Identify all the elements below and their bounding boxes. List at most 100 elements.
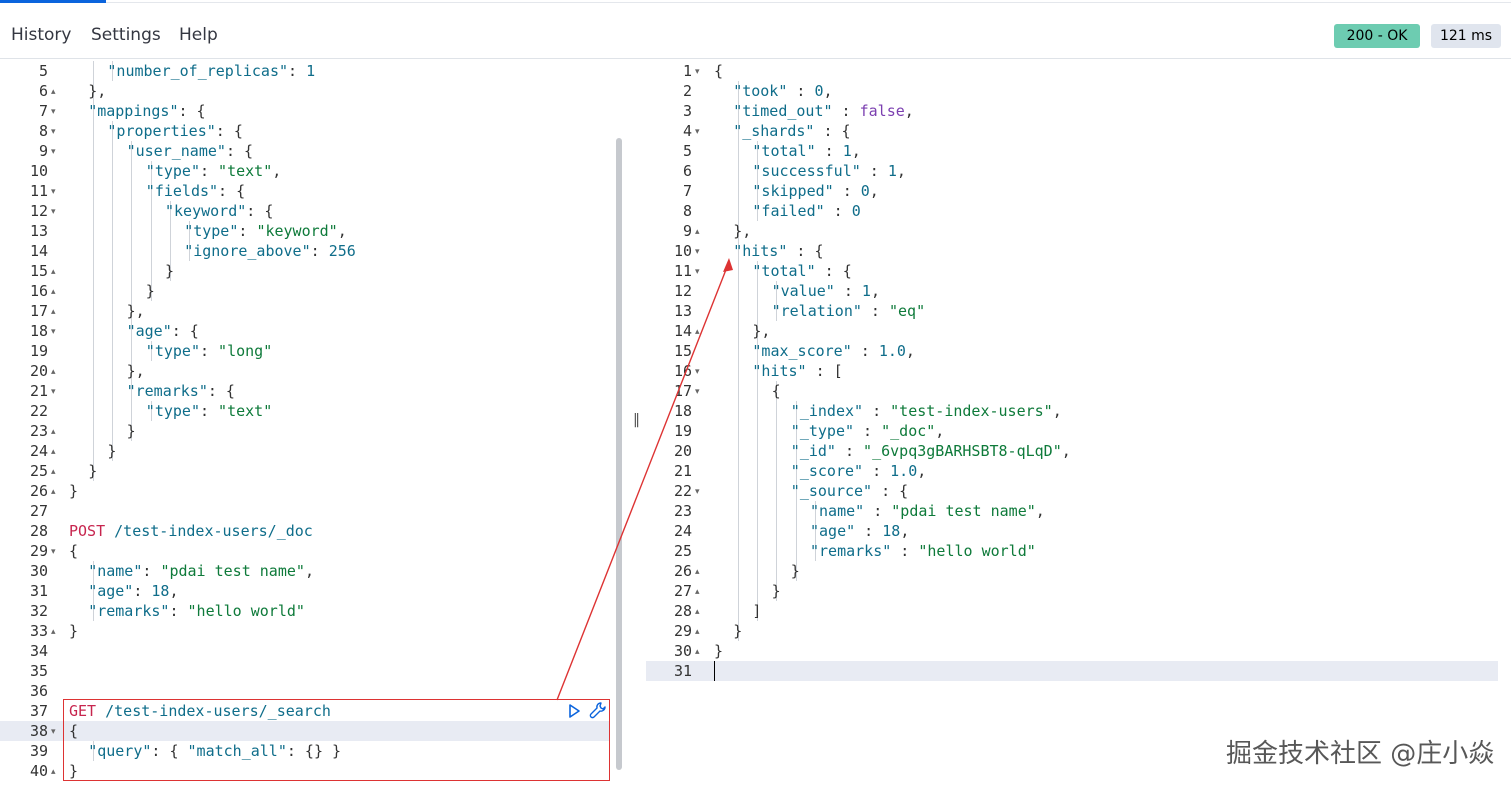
code-line[interactable]: "ignore_above": 256 [184, 241, 356, 261]
fold-arrow-down-icon[interactable]: ▾ [51, 382, 56, 402]
code-line[interactable]: "type": "long" [146, 341, 272, 361]
fold-arrow-down-icon[interactable]: ▾ [51, 102, 56, 122]
code-line[interactable]: } [772, 581, 781, 601]
code-line[interactable]: }, [88, 81, 106, 101]
fold-arrow-up-icon[interactable]: ▴ [51, 462, 56, 482]
code-line[interactable]: }, [127, 361, 145, 381]
fold-arrow-down-icon[interactable]: ▾ [695, 122, 700, 142]
menu-help[interactable]: Help [179, 25, 218, 45]
code-line[interactable]: } [69, 481, 78, 501]
code-line[interactable]: "mappings": { [88, 101, 205, 121]
fold-arrow-up-icon[interactable]: ▴ [51, 482, 56, 502]
fold-arrow-up-icon[interactable]: ▴ [51, 262, 56, 282]
code-line[interactable]: { [69, 541, 78, 561]
code-line[interactable]: "fields": { [146, 181, 245, 201]
fold-arrow-up-icon[interactable]: ▴ [695, 322, 700, 342]
code-line[interactable]: "type": "text" [146, 401, 272, 421]
code-line[interactable]: "number_of_replicas": 1 [107, 61, 315, 81]
code-line[interactable]: } [107, 441, 116, 461]
fold-arrow-up-icon[interactable]: ▴ [51, 442, 56, 462]
code-line[interactable]: "total" : { [752, 261, 851, 281]
fold-arrow-up-icon[interactable]: ▴ [51, 302, 56, 322]
code-line[interactable]: } [88, 461, 97, 481]
code-line[interactable]: { [714, 61, 723, 81]
code-line[interactable]: "hits" : { [733, 241, 823, 261]
fold-arrow-down-icon[interactable]: ▾ [51, 182, 56, 202]
fold-arrow-down-icon[interactable]: ▾ [695, 482, 700, 502]
code-line[interactable]: "_source" : { [791, 481, 908, 501]
code-line[interactable]: "_score" : 1.0, [791, 461, 926, 481]
fold-arrow-down-icon[interactable]: ▾ [51, 202, 56, 222]
fold-arrow-up-icon[interactable]: ▴ [695, 642, 700, 662]
code-line[interactable]: "remarks": { [127, 381, 235, 401]
code-line[interactable]: "type": "text", [146, 161, 281, 181]
code-line[interactable]: "took" : 0, [733, 81, 832, 101]
fold-arrow-down-icon[interactable]: ▾ [51, 142, 56, 162]
code-line[interactable]: "_type" : "_doc", [791, 421, 945, 441]
code-line[interactable]: "name": "pdai test name", [88, 561, 314, 581]
fold-arrow-down-icon[interactable]: ▾ [51, 122, 56, 142]
code-line[interactable]: "value" : 1, [772, 281, 880, 301]
fold-arrow-down-icon[interactable]: ▾ [51, 322, 56, 342]
code-line[interactable]: "properties": { [107, 121, 242, 141]
resizer-grip-icon[interactable]: ‖ [633, 412, 640, 428]
play-icon[interactable] [566, 703, 582, 719]
response-viewer[interactable]: 1 ▾{2 "took" : 0, 3 "timed_out" : false, 4 ▾ "_… [646, 60, 1498, 785]
code-line[interactable]: "user_name": { [127, 141, 253, 161]
code-line[interactable]: "type": "keyword", [184, 221, 347, 241]
code-line[interactable]: } [791, 561, 800, 581]
fold-arrow-up-icon[interactable]: ▴ [51, 362, 56, 382]
code-line[interactable]: "failed" : 0 [752, 201, 860, 221]
code-line[interactable]: "keyword": { [165, 201, 273, 221]
code-line[interactable]: "remarks": "hello world" [88, 601, 305, 621]
response-scroll-track[interactable] [1498, 60, 1511, 785]
code-line[interactable]: "total" : 1, [752, 141, 860, 161]
code-line[interactable]: } [733, 621, 742, 641]
code-line[interactable]: "successful" : 1, [752, 161, 906, 181]
code-line[interactable]: } [165, 261, 174, 281]
code-line[interactable]: "remarks" : "hello world" [810, 541, 1036, 561]
fold-arrow-down-icon[interactable]: ▾ [51, 722, 56, 742]
fold-arrow-down-icon[interactable]: ▾ [695, 362, 700, 382]
fold-arrow-up-icon[interactable]: ▴ [51, 282, 56, 302]
fold-arrow-down-icon[interactable]: ▾ [695, 262, 700, 282]
fold-arrow-up-icon[interactable]: ▴ [51, 422, 56, 442]
menu-history[interactable]: History [11, 25, 71, 45]
code-line[interactable]: "max_score" : 1.0, [752, 341, 915, 361]
editor-scrollbar[interactable] [616, 138, 622, 770]
fold-arrow-up-icon[interactable]: ▴ [51, 762, 56, 782]
code-line[interactable]: } [714, 641, 723, 661]
code-line[interactable]: } [69, 621, 78, 641]
code-line[interactable]: "timed_out" : false, [733, 101, 914, 121]
code-line[interactable]: "relation" : "eq" [772, 301, 926, 321]
menu-settings[interactable]: Settings [91, 25, 161, 45]
code-line[interactable]: }, [752, 321, 770, 341]
fold-arrow-down-icon[interactable]: ▾ [695, 242, 700, 262]
code-line[interactable]: ] [752, 601, 761, 621]
code-line[interactable]: "age" : 18, [810, 521, 909, 541]
code-line[interactable]: POST /test-index-users/_doc [69, 521, 313, 541]
fold-arrow-up-icon[interactable]: ▴ [695, 222, 700, 242]
code-line[interactable]: "hits" : [ [752, 361, 842, 381]
fold-arrow-up-icon[interactable]: ▴ [51, 622, 56, 642]
code-line[interactable]: }, [127, 301, 145, 321]
fold-arrow-down-icon[interactable]: ▾ [51, 542, 56, 562]
code-line[interactable]: "name" : "pdai test name", [810, 501, 1045, 521]
code-line[interactable]: "_id" : "_6vpq3gBARHSBT8-qLqD", [791, 441, 1071, 461]
code-line[interactable]: { [772, 381, 781, 401]
request-editor[interactable]: 5 "number_of_replicas": 1 6 ▴}, 7 ▾ "mappings"… [0, 60, 628, 785]
wrench-icon[interactable] [588, 701, 608, 721]
fold-arrow-up-icon[interactable]: ▴ [695, 602, 700, 622]
code-line[interactable]: "skipped" : 0, [752, 181, 878, 201]
fold-arrow-up-icon[interactable]: ▴ [695, 562, 700, 582]
code-line[interactable]: "_shards" : { [733, 121, 850, 141]
fold-arrow-up-icon[interactable]: ▴ [695, 622, 700, 642]
code-line[interactable]: } [127, 421, 136, 441]
fold-arrow-up-icon[interactable]: ▴ [695, 582, 700, 602]
code-line[interactable]: } [146, 281, 155, 301]
code-line[interactable]: "age": { [127, 321, 199, 341]
fold-arrow-up-icon[interactable]: ▴ [51, 82, 56, 102]
fold-arrow-down-icon[interactable]: ▾ [695, 382, 700, 402]
code-line[interactable]: "_index" : "test-index-users", [791, 401, 1062, 421]
code-line[interactable]: "age": 18, [88, 581, 178, 601]
